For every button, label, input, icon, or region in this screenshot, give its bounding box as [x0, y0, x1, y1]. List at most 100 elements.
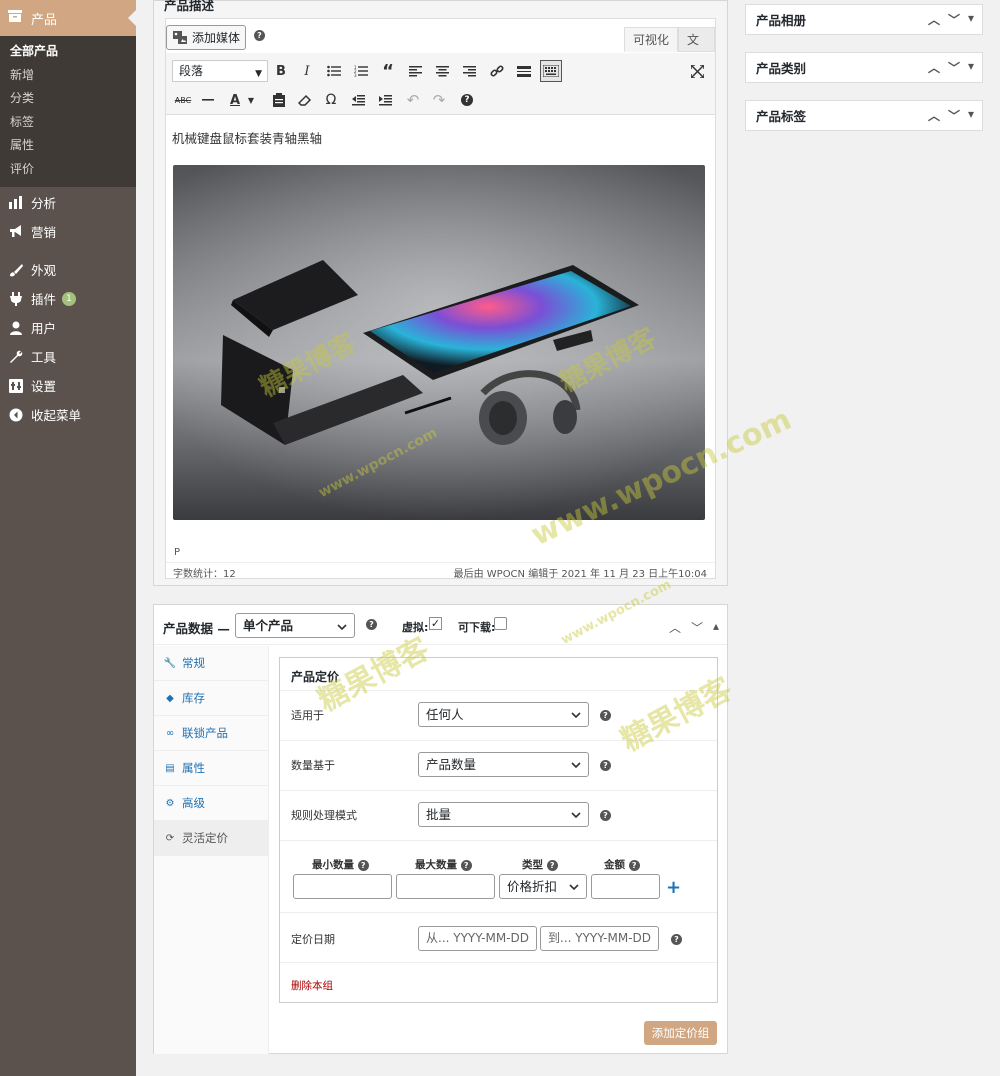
move-up-icon[interactable]: ︿	[928, 11, 940, 28]
read-more-icon[interactable]	[513, 60, 535, 82]
toggle-panel-icon[interactable]: ▾	[968, 11, 974, 28]
submenu-attributes[interactable]: 属性	[0, 134, 136, 158]
virtual-checkbox[interactable]: ✓	[429, 617, 442, 630]
bullet-list-icon[interactable]	[323, 60, 345, 82]
submenu-all-products[interactable]: 全部产品	[0, 40, 136, 64]
align-left-icon[interactable]	[404, 60, 426, 82]
redo-icon[interactable]: ↷	[428, 89, 450, 111]
date-to-input[interactable]: 到... YYYY-MM-DD	[540, 926, 659, 951]
date-from-input[interactable]: 从... YYYY-MM-DD	[418, 926, 537, 951]
downloadable-checkbox[interactable]	[494, 617, 507, 630]
align-right-icon[interactable]	[458, 60, 480, 82]
qty-based-select[interactable]: 产品数量	[418, 752, 589, 777]
gear-icon: ⚙	[165, 797, 175, 809]
help-icon[interactable]: ?	[600, 710, 611, 721]
delete-group-link[interactable]: 删除本组	[291, 978, 333, 993]
toolbar-toggle-icon[interactable]	[540, 60, 562, 82]
help-icon[interactable]: ?	[546, 860, 558, 871]
rule-type-select[interactable]: 价格折扣	[499, 874, 587, 899]
indent-icon[interactable]	[374, 89, 396, 111]
menu-products[interactable]: 产品	[0, 0, 136, 36]
italic-icon[interactable]: I	[296, 60, 318, 82]
tab-advanced-label: 高级	[182, 796, 205, 810]
link-icon[interactable]	[486, 60, 508, 82]
media-icon	[173, 31, 187, 44]
products-icon	[8, 10, 24, 26]
help-icon[interactable]: ?	[628, 860, 640, 871]
align-center-icon[interactable]	[431, 60, 453, 82]
submenu-categories[interactable]: 分类	[0, 87, 136, 111]
add-media-button[interactable]: 添加媒体	[166, 25, 246, 50]
tab-text[interactable]: 文本	[678, 27, 715, 72]
menu-plugins[interactable]: 插件 1	[0, 284, 136, 313]
tab-flexible-pricing[interactable]: ⟳ 灵活定价	[154, 821, 268, 856]
numbered-list-icon[interactable]: 123	[350, 60, 372, 82]
menu-settings[interactable]: 设置	[0, 371, 136, 400]
product-image[interactable]	[173, 165, 705, 520]
help-icon[interactable]: ?	[254, 30, 265, 41]
menu-appearance[interactable]: 外观	[0, 255, 136, 284]
product-tags-box[interactable]: 产品标签 ︿ ﹀ ▾	[745, 100, 983, 131]
move-up-icon[interactable]: ︿	[928, 107, 940, 124]
product-description-panel: 产品描述 添加媒体 ? 可视化 文本 段落 ▼ B I 123 “	[153, 0, 728, 586]
horizontal-line-icon[interactable]	[197, 89, 219, 111]
tab-inventory[interactable]: ◆ 库存	[154, 681, 268, 716]
col-type-header: 类型 ?	[522, 857, 558, 872]
submenu-add-new[interactable]: 新增	[0, 64, 136, 88]
blockquote-icon[interactable]: “	[377, 60, 399, 82]
help-icon[interactable]: ?	[357, 860, 369, 871]
keyboard-help-icon[interactable]: ?	[456, 89, 478, 111]
fullscreen-icon[interactable]	[686, 60, 708, 82]
move-down-icon[interactable]: ﹀	[948, 11, 960, 28]
undo-icon[interactable]: ↶	[402, 89, 424, 111]
menu-collapse[interactable]: 收起菜单	[0, 400, 136, 429]
submenu-reviews[interactable]: 评价	[0, 158, 136, 182]
paste-text-icon[interactable]	[268, 89, 290, 111]
help-icon[interactable]: ?	[671, 934, 682, 945]
tab-visual[interactable]: 可视化	[624, 27, 679, 52]
help-icon[interactable]: ?	[366, 619, 377, 630]
clear-formatting-icon[interactable]	[294, 89, 316, 111]
help-icon[interactable]: ?	[600, 810, 611, 821]
mode-select[interactable]: 批量	[418, 802, 589, 827]
menu-analytics[interactable]: 分析	[0, 188, 136, 217]
move-down-icon[interactable]: ﹀	[691, 619, 703, 636]
min-qty-input[interactable]	[293, 874, 392, 899]
move-down-icon[interactable]: ﹀	[948, 59, 960, 76]
product-gallery-title: 产品相册	[756, 13, 807, 28]
tab-general[interactable]: 🔧 常规	[154, 646, 268, 681]
add-rule-plus-icon[interactable]: +	[666, 877, 681, 898]
menu-marketing[interactable]: 营销	[0, 217, 136, 246]
outdent-icon[interactable]	[347, 89, 369, 111]
tab-linked-products[interactable]: ∞ 联锁产品	[154, 716, 268, 751]
format-select[interactable]: 段落 ▼	[172, 60, 268, 82]
tab-flexible-label: 灵活定价	[182, 831, 228, 845]
help-icon[interactable]: ?	[600, 760, 611, 771]
special-character-icon[interactable]: Ω	[320, 89, 342, 111]
editor-title: 产品描述	[164, 0, 215, 13]
menu-tools[interactable]: 工具	[0, 342, 136, 371]
add-pricing-group-button[interactable]: 添加定价组	[644, 1021, 717, 1045]
product-categories-box[interactable]: 产品类别 ︿ ﹀ ▾	[745, 52, 983, 83]
collapse-up-icon[interactable]: ▴	[713, 619, 719, 636]
amount-input[interactable]	[591, 874, 660, 899]
bold-icon[interactable]: B	[270, 60, 292, 82]
tab-advanced[interactable]: ⚙ 高级	[154, 786, 268, 821]
product-gallery-box[interactable]: 产品相册 ︿ ﹀ ▾	[745, 4, 983, 35]
help-icon[interactable]: ?	[460, 860, 472, 871]
toggle-panel-icon[interactable]: ▾	[968, 59, 974, 76]
menu-users[interactable]: 用户	[0, 313, 136, 342]
move-down-icon[interactable]: ﹀	[948, 107, 960, 124]
tab-attributes[interactable]: ▤ 属性	[154, 751, 268, 786]
strikethrough-icon[interactable]: ABC	[172, 89, 194, 111]
max-qty-input[interactable]	[396, 874, 495, 899]
toggle-panel-icon[interactable]: ▾	[968, 107, 974, 124]
editor-content[interactable]: 机械键盘鼠标套装青轴黑轴	[166, 116, 715, 546]
move-up-icon[interactable]: ︿	[928, 59, 940, 76]
move-up-icon[interactable]: ︿	[669, 619, 681, 636]
content-text: 机械键盘鼠标套装青轴黑轴	[172, 131, 323, 146]
text-color-caret-icon[interactable]: ▼	[240, 89, 262, 111]
submenu-tags[interactable]: 标签	[0, 111, 136, 135]
applies-select[interactable]: 任何人	[418, 702, 589, 727]
product-type-select[interactable]: 单个产品	[235, 613, 355, 638]
